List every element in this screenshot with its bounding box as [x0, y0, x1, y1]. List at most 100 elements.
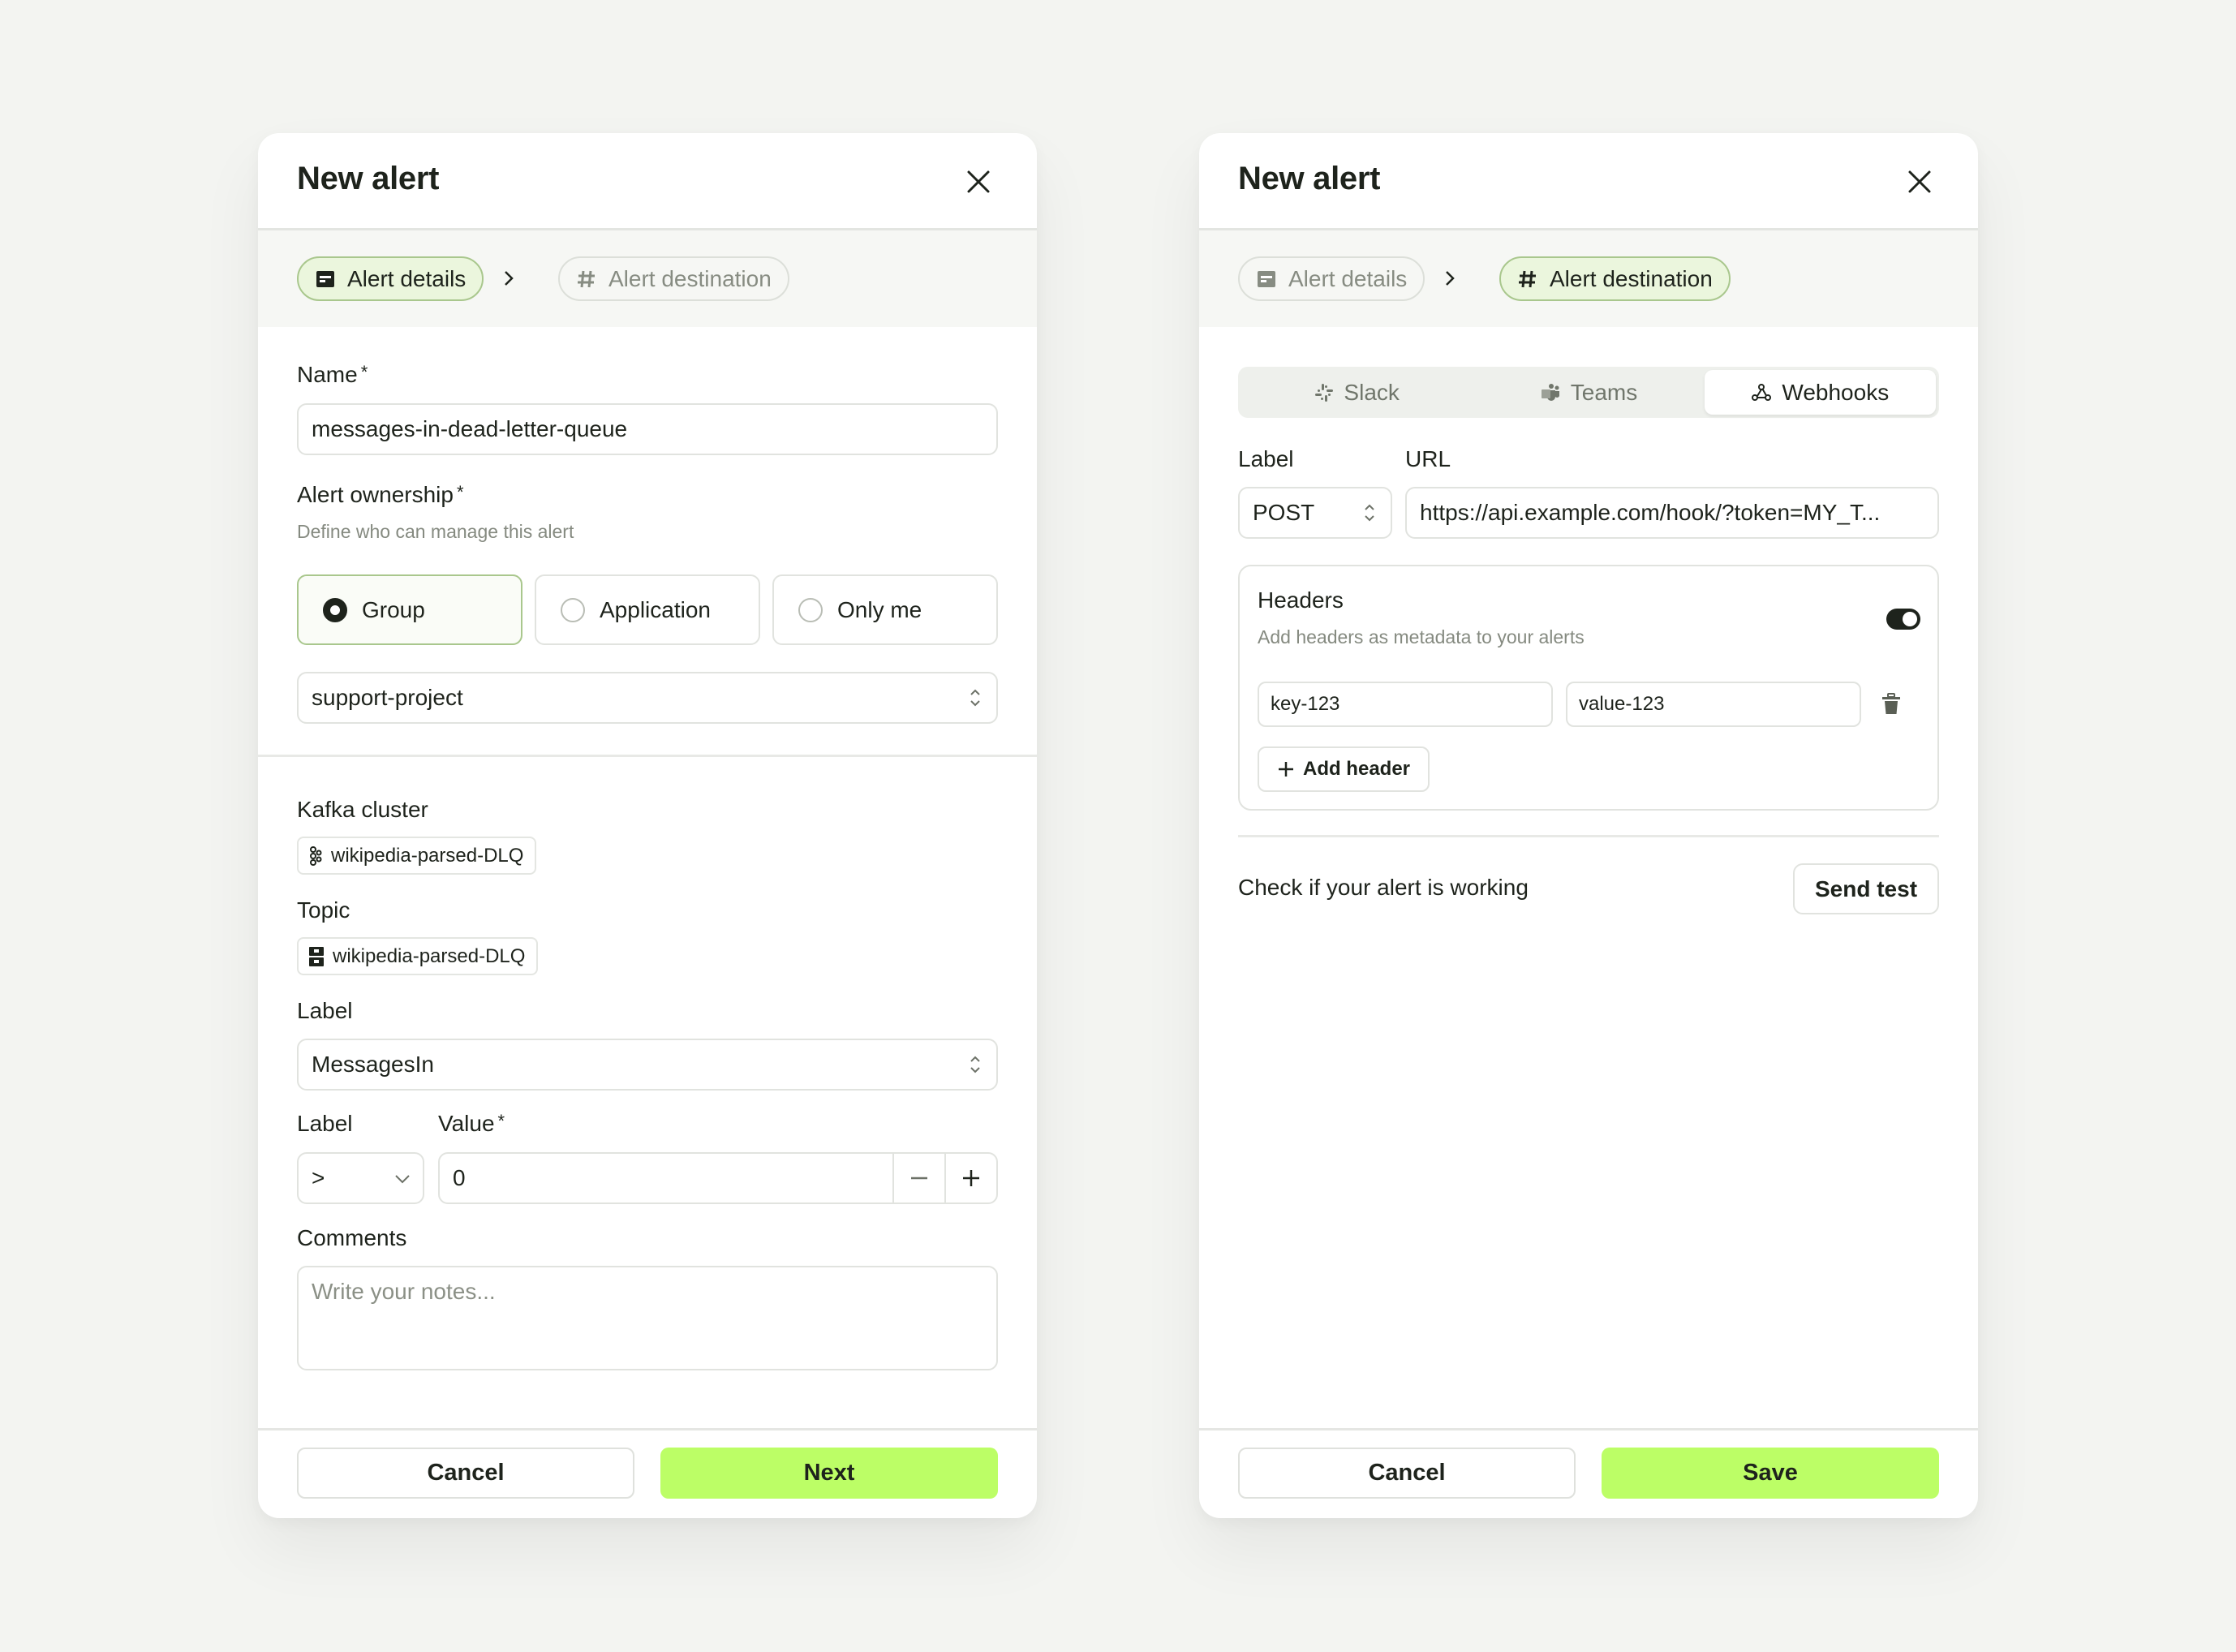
- name-input-value: messages-in-dead-letter-queue: [312, 416, 628, 441]
- section-divider: [1238, 835, 1939, 837]
- minus-icon: [911, 1177, 927, 1180]
- ownership-description: Define who can manage this alert: [297, 521, 574, 542]
- form-icon: [1256, 269, 1277, 290]
- radio-unselected-icon: [798, 597, 823, 622]
- close-icon: [1908, 170, 1931, 193]
- slack-icon: [1315, 383, 1334, 402]
- destination-tabs: Slack Teams Webhooks: [1238, 367, 1939, 418]
- plus-icon: [963, 1170, 979, 1186]
- cancel-button[interactable]: Cancel: [297, 1448, 634, 1499]
- chevron-down-icon: [395, 1175, 410, 1184]
- tab-webhooks[interactable]: Webhooks: [1704, 370, 1936, 415]
- value-label-text: Value: [438, 1111, 495, 1136]
- chevron-updown-icon: [1365, 504, 1374, 522]
- cancel-button[interactable]: Cancel: [1238, 1448, 1576, 1499]
- test-description: Check if your alert is working: [1238, 875, 1529, 900]
- ownership-option-only-me[interactable]: Only me: [772, 574, 998, 645]
- add-header-button[interactable]: Add header: [1258, 746, 1430, 792]
- option-label: Application: [600, 596, 711, 622]
- close-button[interactable]: [1905, 167, 1934, 196]
- ownership-label: Alert ownership *: [297, 482, 464, 508]
- form-icon: [315, 269, 336, 290]
- headers-section: Headers Add headers as metadata to your …: [1238, 565, 1939, 811]
- save-button[interactable]: Save: [1602, 1448, 1939, 1499]
- operator-select[interactable]: >: [297, 1152, 424, 1204]
- dialog-title: New alert: [297, 161, 440, 196]
- ownership-option-application[interactable]: Application: [535, 574, 760, 645]
- url-value: https://api.example.com/hook/?token=MY_T…: [1420, 500, 1881, 525]
- chevron-right-icon: [505, 271, 514, 286]
- header-key-value: key-123: [1271, 693, 1340, 715]
- metric-label-select[interactable]: MessagesIn: [297, 1039, 998, 1091]
- add-header-label: Add header: [1302, 758, 1411, 780]
- comments-textarea[interactable]: Write your notes...: [297, 1266, 998, 1370]
- step-alert-details[interactable]: Alert details: [297, 256, 484, 301]
- method-label: Label: [1238, 446, 1294, 471]
- footer-divider: [1199, 1428, 1978, 1430]
- topic-label: Topic: [297, 897, 350, 923]
- name-label: Name *: [297, 362, 368, 388]
- header-key-input[interactable]: key-123: [1258, 682, 1553, 727]
- tab-label: Teams: [1570, 379, 1638, 405]
- step-alert-destination[interactable]: Alert destination: [1499, 256, 1731, 301]
- value-input-value: 0: [453, 1165, 466, 1190]
- send-test-button[interactable]: Send test: [1793, 863, 1939, 914]
- header-value-input[interactable]: value-123: [1566, 682, 1861, 727]
- new-alert-dialog-details: New alert Alert details Alert destinatio…: [258, 133, 1037, 1518]
- headers-toggle[interactable]: [1886, 609, 1920, 630]
- new-alert-dialog-destination: New alert Alert details Alert destinatio…: [1199, 133, 1978, 1518]
- increment-button[interactable]: [944, 1154, 996, 1202]
- required-marker: *: [456, 482, 464, 502]
- stepper: Alert details Alert destination: [1199, 230, 1978, 327]
- footer-divider: [258, 1428, 1037, 1430]
- kafka-cluster-chip: wikipedia-parsed-DLQ: [297, 837, 537, 875]
- value-stepper[interactable]: 0: [438, 1152, 998, 1204]
- step-alert-destination[interactable]: Alert destination: [558, 256, 789, 301]
- url-label: URL: [1405, 446, 1451, 471]
- chevron-updown-icon: [970, 689, 980, 707]
- decrement-button[interactable]: [892, 1154, 944, 1202]
- delete-header-button[interactable]: [1881, 693, 1902, 716]
- stepper: Alert details Alert destination: [258, 230, 1037, 327]
- comments-placeholder: Write your notes...: [312, 1279, 496, 1304]
- url-input[interactable]: https://api.example.com/hook/?token=MY_T…: [1405, 487, 1939, 539]
- headers-title: Headers: [1258, 587, 1344, 613]
- step-label: Alert details: [1288, 265, 1408, 291]
- option-label: Group: [362, 596, 425, 622]
- topic-value: wikipedia-parsed-DLQ: [333, 944, 526, 967]
- ownership-option-group[interactable]: Group: [297, 574, 522, 645]
- topic-icon: [309, 946, 324, 966]
- radio-selected-icon: [323, 597, 347, 622]
- next-button[interactable]: Next: [660, 1448, 998, 1499]
- comments-label: Comments: [297, 1225, 407, 1250]
- step-label: Alert destination: [608, 265, 772, 291]
- value-label: Value *: [438, 1111, 505, 1137]
- tab-slack[interactable]: Slack: [1241, 370, 1473, 415]
- plus-icon: [1278, 762, 1293, 777]
- operator-value: >: [312, 1165, 325, 1190]
- kafka-icon: [310, 845, 322, 866]
- required-marker: *: [360, 362, 368, 382]
- metric-label-label: Label: [297, 998, 353, 1023]
- tab-label: Webhooks: [1782, 379, 1890, 405]
- teams-icon: [1541, 383, 1559, 401]
- chevron-right-icon: [1446, 271, 1455, 286]
- step-label: Alert details: [347, 265, 467, 291]
- chevron-updown-icon: [970, 1056, 980, 1073]
- method-select[interactable]: POST: [1238, 487, 1392, 539]
- hash-icon: [576, 269, 597, 290]
- close-button[interactable]: [964, 167, 993, 196]
- group-select[interactable]: support-project: [297, 672, 998, 724]
- topic-chip: wikipedia-parsed-DLQ: [297, 937, 539, 975]
- group-select-value: support-project: [312, 685, 463, 710]
- step-alert-details[interactable]: Alert details: [1238, 256, 1425, 301]
- ownership-label-text: Alert ownership: [297, 482, 454, 507]
- tab-teams[interactable]: Teams: [1473, 370, 1704, 415]
- webhook-icon: [1752, 383, 1772, 401]
- name-input[interactable]: messages-in-dead-letter-queue: [297, 403, 998, 455]
- dialog-title: New alert: [1238, 161, 1381, 196]
- required-marker: *: [497, 1111, 505, 1131]
- header-value-value: value-123: [1579, 693, 1665, 715]
- trash-icon: [1882, 693, 1900, 714]
- metric-label-value: MessagesIn: [312, 1052, 434, 1077]
